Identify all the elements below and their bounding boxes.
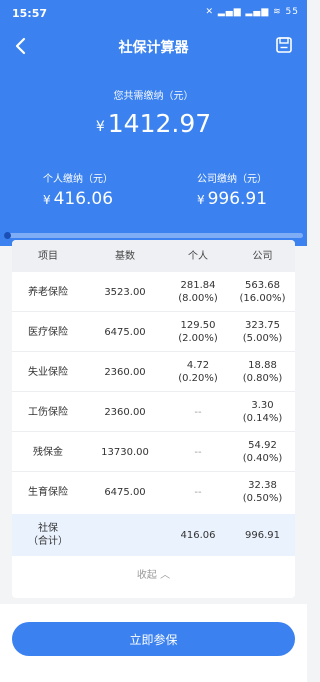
row-personal: -- — [166, 432, 230, 472]
personal-amount-value: 281.84 — [180, 280, 216, 291]
enroll-button[interactable]: 立即参保 — [12, 622, 295, 656]
total-row: 社保 （合计） 416.06 996.91 — [12, 514, 295, 556]
table-row: 残保金 13730.00 -- 54.92 (0.40%) — [12, 432, 295, 472]
nav-bar: 社保计算器 — [0, 30, 307, 62]
total-value: 1412.97 — [107, 109, 212, 138]
row-company: 18.88 (0.80%) — [230, 352, 295, 392]
company-rate: (5.00%) — [242, 333, 283, 344]
row-personal: 4.72 (0.20%) — [166, 352, 230, 392]
company-value: 996.91 — [207, 189, 268, 209]
status-time: 15:57 — [12, 7, 48, 20]
table-row: 工伤保险 2360.00 -- 3.30 (0.14%) — [12, 392, 295, 432]
company-rate: (16.00%) — [239, 293, 286, 304]
header-company: 公司 — [252, 250, 273, 262]
row-personal: 281.84 (8.00%) — [166, 272, 230, 312]
company-rate: (0.40%) — [242, 453, 283, 464]
row-base: 2360.00 — [104, 406, 146, 418]
scroll-indicator-thumb — [4, 232, 11, 239]
personal-amount-value: -- — [194, 446, 202, 458]
personal-amount-value: -- — [194, 486, 202, 498]
company-amount-value: 18.88 — [248, 360, 277, 371]
currency-symbol: ¥ — [95, 119, 105, 135]
breakdown-table-card: 项目 基数 个人 公司 养老保险 3523.00 281.84 (8.00%) 5… — [12, 240, 295, 598]
company-label: 公司缴纳（元） — [197, 174, 267, 185]
company-amount-value: 3.30 — [251, 400, 274, 411]
currency-symbol: ¥ — [196, 193, 205, 207]
row-base: 13730.00 — [101, 446, 149, 458]
table-row: 生育保险 6475.00 -- 32.38 (0.50%) — [12, 472, 295, 512]
row-item: 残保金 — [33, 446, 63, 458]
row-company: 32.38 (0.50%) — [230, 472, 295, 512]
header-base: 基数 — [115, 250, 135, 262]
total-row-personal: 416.06 — [180, 529, 216, 541]
row-company: 323.75 (5.00%) — [230, 312, 295, 352]
company-amount-value: 563.68 — [245, 280, 280, 291]
row-company: 3.30 (0.14%) — [230, 392, 295, 432]
total-amount: ¥1412.97 — [0, 109, 307, 138]
collapse-toggle[interactable]: 收起 ︿ — [12, 566, 295, 581]
personal-rate: (2.00%) — [178, 333, 218, 344]
table-header: 项目 基数 个人 公司 — [12, 240, 295, 272]
personal-amount-value: 4.72 — [186, 360, 210, 371]
header-personal: 个人 — [188, 250, 208, 262]
save-button[interactable] — [275, 36, 293, 54]
company-amount-value: 54.92 — [248, 440, 277, 451]
personal-rate: (8.00%) — [178, 293, 218, 304]
personal-label: 个人缴纳（元） — [43, 174, 113, 185]
row-base: 6475.00 — [104, 326, 146, 338]
row-item: 失业保险 — [28, 366, 68, 378]
row-base: 2360.00 — [104, 366, 146, 378]
table-row: 养老保险 3523.00 281.84 (8.00%) 563.68 (16.00%… — [12, 272, 295, 312]
table-row: 失业保险 2360.00 4.72 (0.20%) 18.88 (0.80%) — [12, 352, 295, 392]
table-row: 医疗保险 6475.00 129.50 (2.00%) 323.75 (5.00%) — [12, 312, 295, 352]
total-row-label: 社保 （合计） — [12, 514, 84, 556]
row-company: 563.68 (16.00%) — [230, 272, 295, 312]
status-icons: ✕ ▂▄▆ ▂▄▆ ≋ 55 — [205, 7, 299, 17]
summary-header: 15:57 ✕ ▂▄▆ ▂▄▆ ≋ 55 社保计算器 您共需缴纳（元） ¥141… — [0, 0, 307, 246]
company-rate: (0.14%) — [242, 413, 283, 424]
row-item: 工伤保险 — [28, 406, 68, 418]
personal-value: 416.06 — [53, 189, 114, 209]
personal-amount-value: -- — [194, 406, 202, 418]
total-label-line1: 社保 — [38, 523, 58, 534]
company-rate: (0.50%) — [242, 493, 283, 504]
save-icon — [276, 37, 292, 53]
currency-symbol: ¥ — [42, 193, 51, 207]
personal-amount: ¥416.06 — [18, 189, 138, 209]
page-title: 社保计算器 — [118, 40, 189, 56]
row-personal: -- — [166, 472, 230, 512]
status-bar: 15:57 ✕ ▂▄▆ ▂▄▆ ≋ 55 — [0, 0, 307, 26]
header-item: 项目 — [38, 250, 58, 262]
row-personal: -- — [166, 392, 230, 432]
row-company: 54.92 (0.40%) — [230, 432, 295, 472]
row-item: 医疗保险 — [28, 326, 68, 338]
row-personal: 129.50 (2.00%) — [166, 312, 230, 352]
total-row-company: 996.91 — [245, 529, 280, 541]
row-base: 6475.00 — [104, 486, 146, 498]
row-item: 生育保险 — [28, 486, 68, 498]
personal-amount-value: 129.50 — [180, 320, 216, 331]
total-label: 您共需缴纳（元） — [113, 91, 194, 102]
total-row-base — [84, 514, 166, 556]
company-rate: (0.80%) — [242, 373, 283, 384]
company-amount-value: 32.38 — [248, 480, 277, 491]
row-base: 3523.00 — [104, 286, 146, 298]
company-amount: ¥996.91 — [172, 189, 292, 209]
scroll-indicator-track — [4, 233, 303, 238]
personal-rate: (0.20%) — [178, 373, 218, 384]
company-amount-value: 323.75 — [245, 320, 280, 331]
total-label-line2: （合计） — [28, 536, 68, 547]
row-item: 养老保险 — [28, 286, 68, 298]
